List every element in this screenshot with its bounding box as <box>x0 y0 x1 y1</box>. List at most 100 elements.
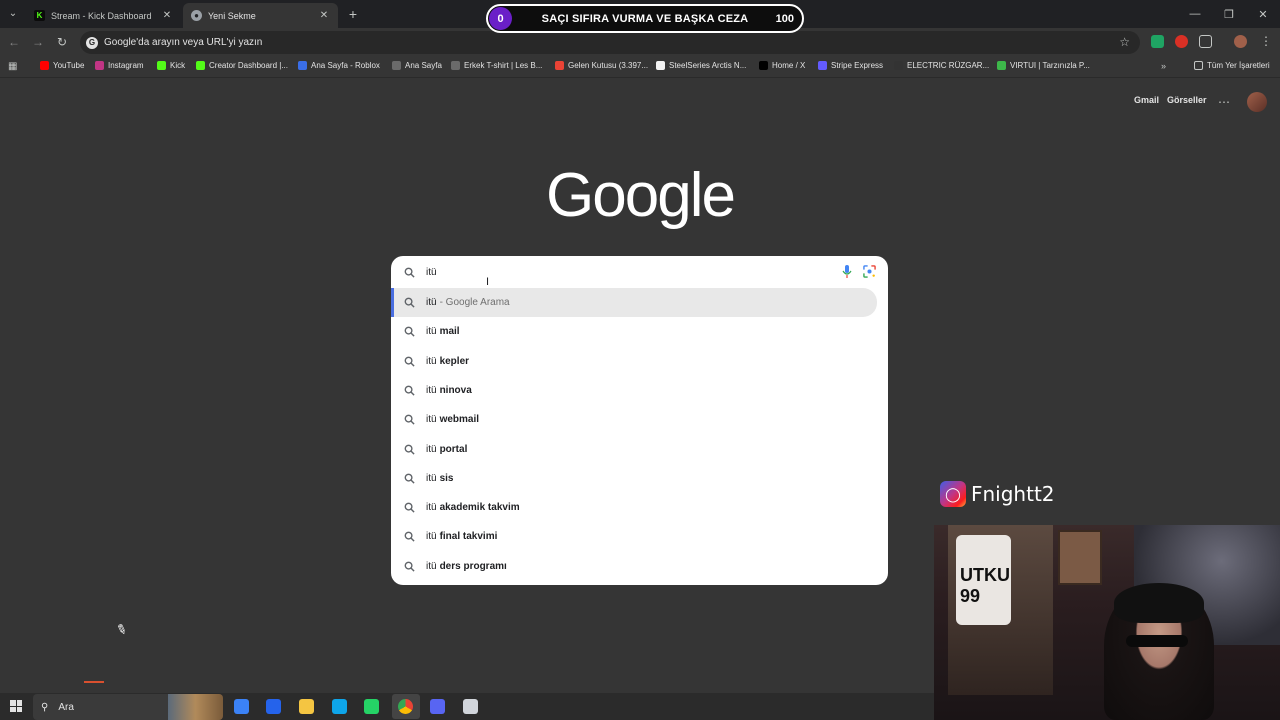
search-icon <box>403 472 415 484</box>
suggestion-query: itü <box>426 531 437 543</box>
search-icon <box>403 531 415 543</box>
all-bookmarks-folder[interactable]: Tüm Yer İşaretleri <box>1194 61 1270 70</box>
chrome-icon[interactable] <box>392 694 420 719</box>
suggestion-hint: - Google Arama <box>439 297 510 308</box>
search-suggestion[interactable]: itü - Google Arama <box>391 288 877 317</box>
bookmark-item[interactable]: SteelSeries Arctis N... <box>656 61 746 70</box>
whatsapp-icon[interactable] <box>364 699 379 714</box>
globe-icon <box>392 61 401 70</box>
address-bar[interactable]: G Google'da arayın veya URL'yi yazın ☆ <box>80 31 1140 54</box>
new-tab-button[interactable]: + <box>345 6 361 22</box>
bookmark-label: Ana Sayfa - Roblox <box>311 61 380 70</box>
bookmark-label: Kick <box>170 61 186 70</box>
search-suggestion[interactable]: itü akademik takvim <box>391 493 877 522</box>
stripe-icon <box>818 61 827 70</box>
bookmark-item[interactable]: ELECTRIC RÜZGAR... <box>894 61 989 70</box>
bookmark-item[interactable]: Home / X <box>759 61 805 70</box>
search-suggestion[interactable]: itü mail <box>391 317 877 346</box>
bookmark-star-icon[interactable]: ☆ <box>1119 35 1130 49</box>
forward-arrow-icon[interactable]: → <box>30 34 46 50</box>
search-input[interactable]: itü <box>391 256 888 288</box>
window-controls: — ❐ ✕ <box>1178 0 1280 28</box>
all-bookmarks-label: Tüm Yer İşaretleri <box>1207 61 1270 70</box>
close-tab-icon[interactable]: ✕ <box>161 10 173 22</box>
suggestion-query: itü <box>426 414 437 426</box>
store-icon[interactable] <box>266 699 281 714</box>
suggestion-completion: mail <box>439 326 460 338</box>
account-avatar[interactable] <box>1247 92 1267 112</box>
youtube-icon <box>40 61 49 70</box>
bookmark-item[interactable]: Stripe Express <box>818 61 883 70</box>
menu-kebab-icon[interactable]: ⋮ <box>1260 34 1272 48</box>
search-suggestion[interactable]: itü ders programı <box>391 552 877 581</box>
discord-icon[interactable] <box>430 699 445 714</box>
suggestion-query: itü <box>426 560 437 572</box>
bookmark-label: Gelen Kutusu (3.397... <box>568 61 649 70</box>
bookmark-item[interactable]: Ana Sayfa - Roblox <box>298 61 380 70</box>
extensions-puzzle-icon[interactable] <box>1199 35 1212 48</box>
close-tab-icon[interactable]: ✕ <box>318 10 330 22</box>
bookmark-item[interactable]: VIRTUI | Tarzınızla P... <box>997 61 1090 70</box>
search-suggestion[interactable]: itü sis <box>391 464 877 493</box>
kick-icon <box>196 61 205 70</box>
tab-search-chevron-icon[interactable]: ⌄ <box>4 4 22 22</box>
extension-red-icon[interactable] <box>1175 35 1188 48</box>
apps-grid-icon[interactable]: ▦ <box>8 61 17 72</box>
bookmark-item[interactable]: Kick <box>157 61 185 70</box>
bookmark-item[interactable]: YouTube <box>40 61 84 70</box>
folder-icon <box>1194 61 1203 70</box>
bookmarks-bar: ▦ YouTube Instagram Kick Creator Dashboard … <box>0 56 1280 78</box>
edge-icon[interactable] <box>332 699 347 714</box>
jersey-text: UTKU 99 <box>960 565 1010 606</box>
gmail-link[interactable]: Gmail <box>1134 95 1159 105</box>
taskbar-search-box[interactable]: ⚲ Ara <box>33 694 223 720</box>
search-suggestion[interactable]: itü ninova <box>391 376 877 405</box>
virtui-icon <box>997 61 1006 70</box>
suggestion-query: itü <box>426 297 437 308</box>
taskbar-search-placeholder: Ara <box>58 701 74 713</box>
extension-green-icon[interactable] <box>1151 35 1164 48</box>
bookmark-item[interactable]: Instagram <box>95 61 144 70</box>
explorer-icon[interactable] <box>299 699 314 714</box>
google-logo: Google <box>546 161 736 230</box>
address-bar-placeholder: Google'da arayın veya URL'yi yazın <box>104 37 263 48</box>
restore-icon[interactable]: ❐ <box>1212 0 1246 28</box>
goal-target-value: 100 <box>775 12 794 25</box>
minimize-icon[interactable]: — <box>1178 0 1212 28</box>
more-bookmarks-chevron-icon[interactable]: » <box>1161 61 1166 71</box>
close-window-icon[interactable]: ✕ <box>1246 0 1280 28</box>
search-icon <box>403 560 415 572</box>
google-apps-icon[interactable]: ⋯ <box>1218 95 1230 109</box>
search-suggestion[interactable]: itü webmail <box>391 405 877 434</box>
microphone-icon[interactable] <box>842 265 852 279</box>
profile-avatar-icon[interactable] <box>1234 35 1247 48</box>
bookmark-label: VIRTUI | Tarzınızla P... <box>1010 61 1090 70</box>
windows-start-icon[interactable] <box>10 700 22 712</box>
bookmark-item[interactable]: Erkek T-shirt | Les B... <box>451 61 542 70</box>
tab-kick-dashboard[interactable]: K Stream - Kick Dashboard ✕ <box>26 3 181 28</box>
suggestion-completion: ders programı <box>439 560 507 572</box>
images-link[interactable]: Görseller <box>1167 95 1207 105</box>
chrome-icon: ● <box>191 10 202 21</box>
back-arrow-icon[interactable]: ← <box>6 34 22 50</box>
text-cursor-icon: ​I <box>486 276 490 288</box>
instagram-tag: ◯ Fnightt2 <box>940 481 1055 507</box>
search-suggestion[interactable]: itü portal <box>391 435 877 464</box>
webcam-poster <box>1058 530 1102 585</box>
globe-icon <box>894 61 903 70</box>
search-icon <box>403 414 415 426</box>
tab-new-tab[interactable]: ● Yeni Sekme ✕ <box>183 3 338 28</box>
obs-icon[interactable] <box>463 699 478 714</box>
google-lens-icon[interactable] <box>863 265 876 278</box>
bookmark-item[interactable]: Ana Sayfa <box>392 61 442 70</box>
suggestion-query: itü <box>426 355 437 367</box>
subathon-goal-bar: 0 SAÇI SIFIRA VURMA VE BAŞKA CEZA 100 <box>486 4 804 33</box>
suggestion-completion: ninova <box>439 384 472 396</box>
search-suggestion[interactable]: itü final takvimi <box>391 522 877 551</box>
copilot-icon[interactable] <box>234 699 249 714</box>
search-suggestion[interactable]: itü kepler <box>391 347 877 376</box>
reload-icon[interactable]: ↻ <box>54 34 70 50</box>
bookmark-item[interactable]: Gelen Kutusu (3.397... <box>555 61 648 70</box>
google-g-icon: G <box>86 36 98 49</box>
bookmark-item[interactable]: Creator Dashboard |... <box>196 61 288 70</box>
